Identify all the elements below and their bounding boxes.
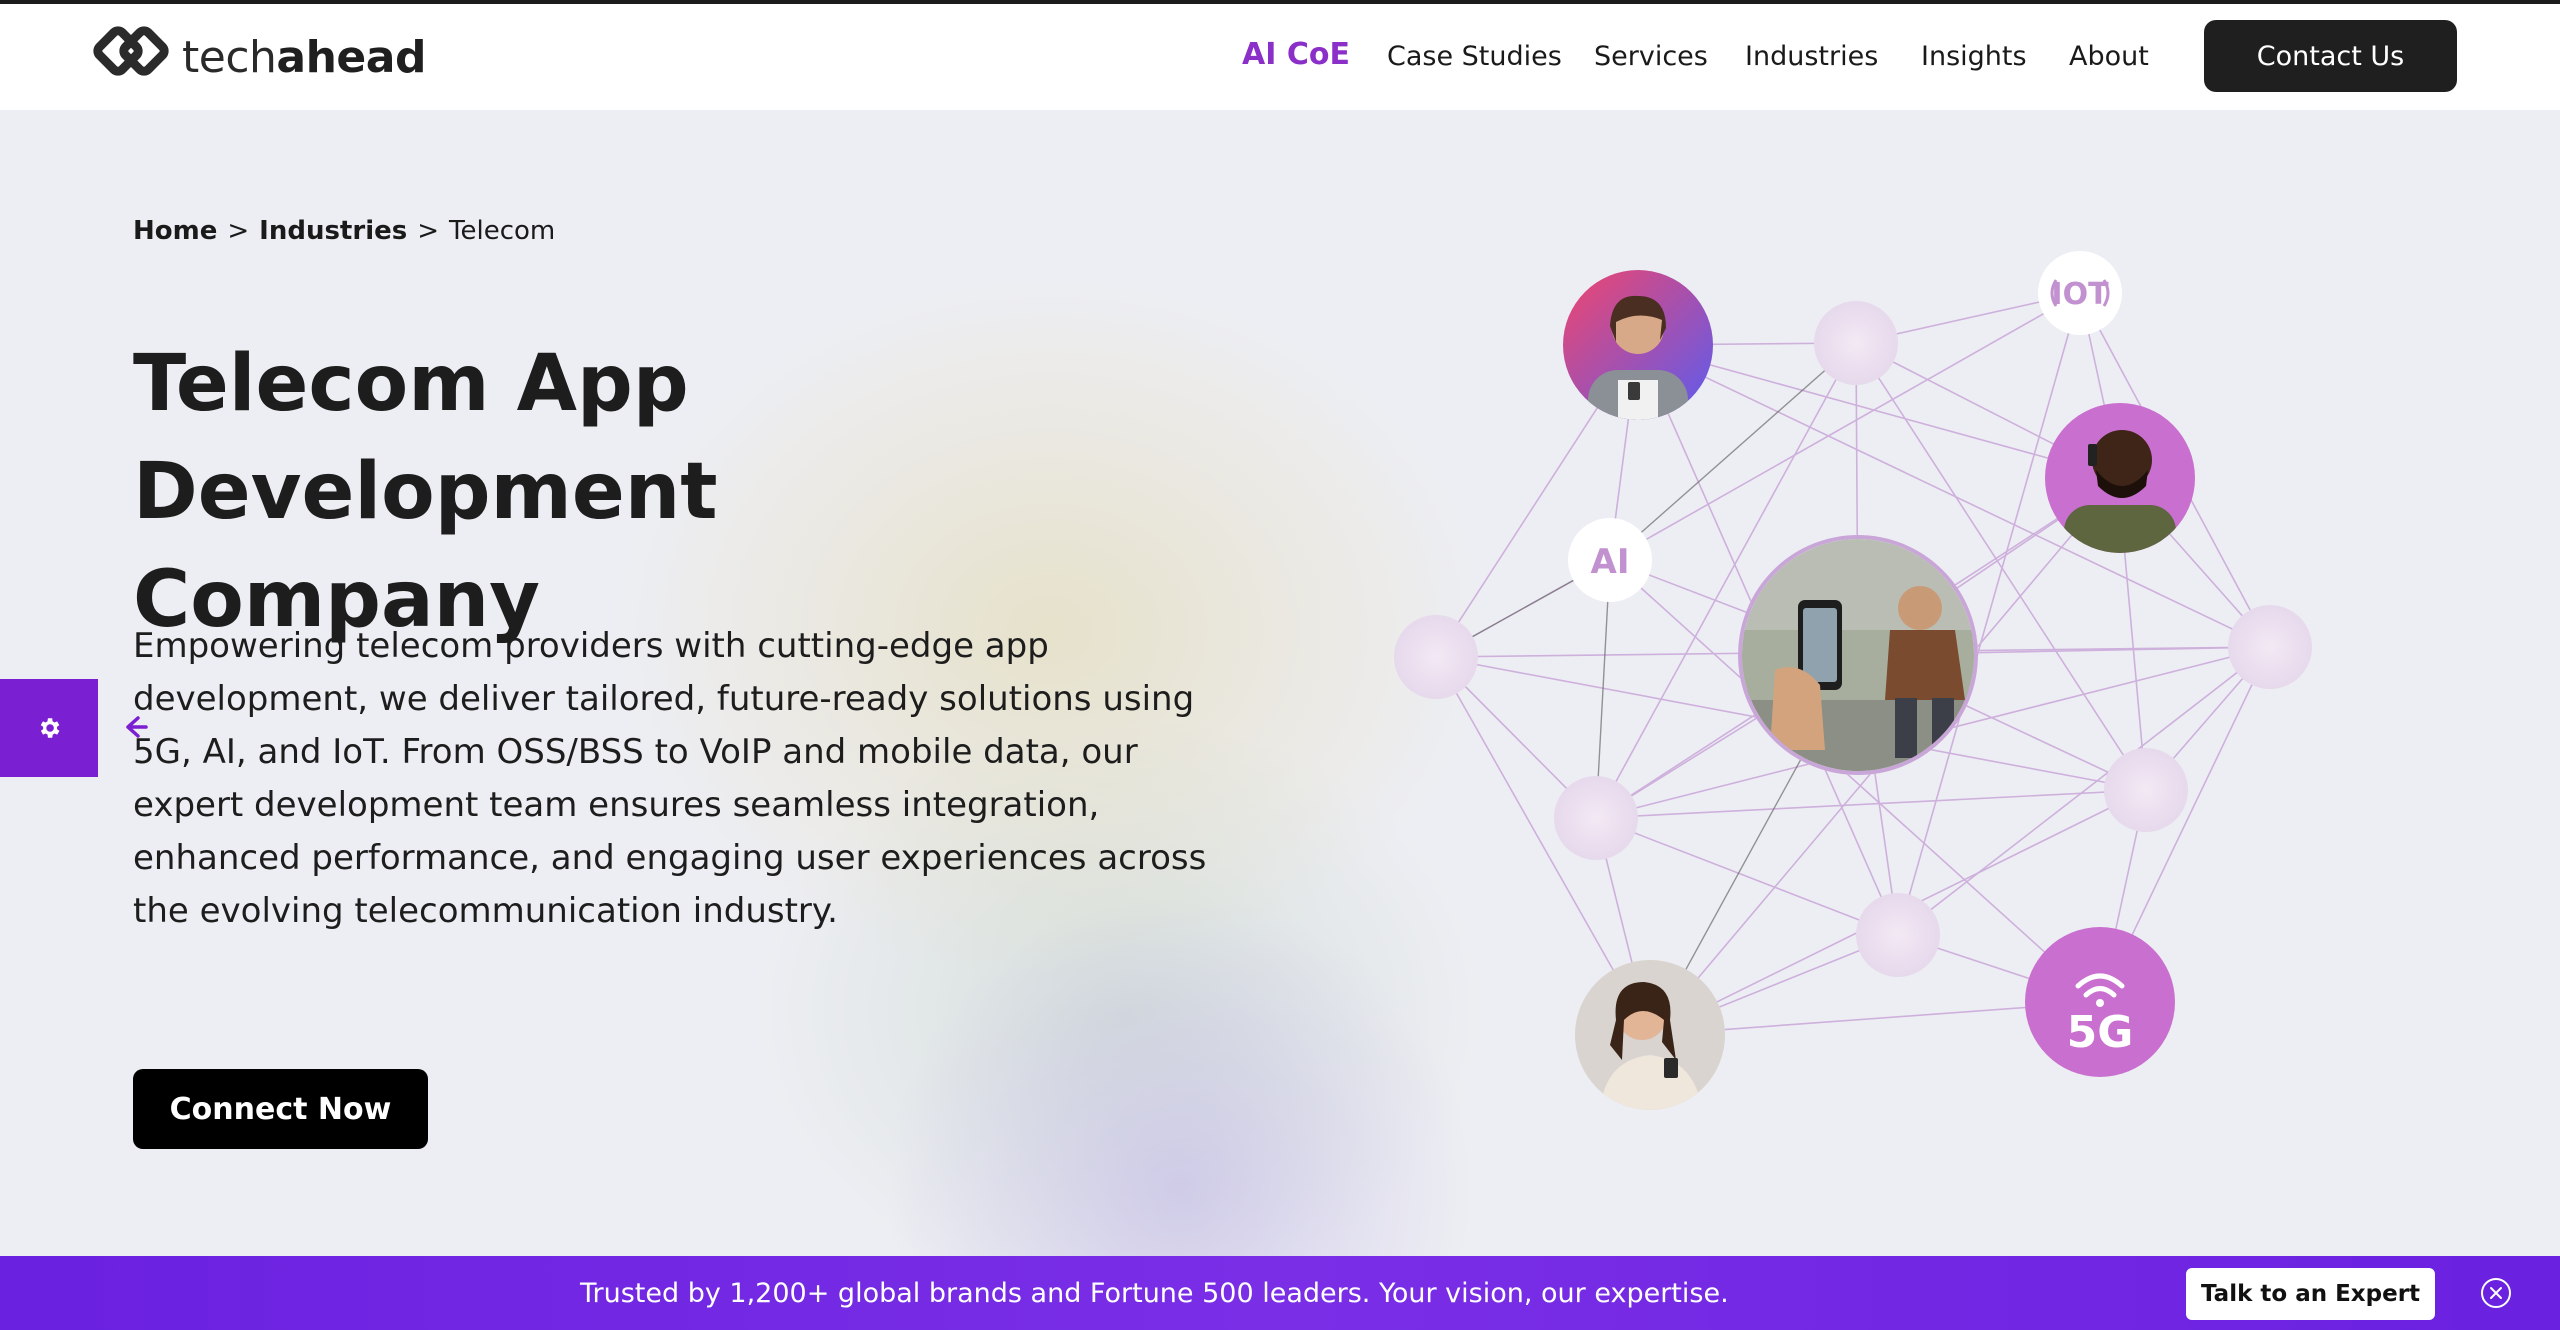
logo-text: techahead — [182, 32, 426, 83]
banner-text: Trusted by 1,200+ global brands and Fort… — [580, 1278, 1729, 1309]
close-circle-icon[interactable] — [2480, 1277, 2512, 1309]
logo-text-light: tech — [182, 31, 277, 83]
telecom-network-illustration: IOT AI 5G — [1394, 251, 2312, 1110]
contact-us-button[interactable]: Contact Us — [2204, 20, 2457, 92]
talk-to-expert-button[interactable]: Talk to an Expert — [2186, 1268, 2435, 1320]
iot-badge: IOT — [2038, 251, 2122, 335]
logo-text-bold: ahead — [276, 31, 426, 83]
breadcrumb-industries[interactable]: Industries — [259, 216, 407, 246]
breadcrumb-separator: > — [227, 216, 250, 246]
techahead-logo[interactable]: techahead — [86, 18, 426, 96]
connect-now-button[interactable]: Connect Now — [133, 1069, 428, 1149]
breadcrumb-separator: > — [417, 216, 440, 246]
hero-description: Empowering telecom providers with cuttin… — [133, 626, 1207, 931]
portrait-woman-texting — [1575, 960, 1725, 1110]
nav-services[interactable]: Services — [1594, 41, 1708, 72]
logo-mark-icon — [93, 26, 169, 76]
breadcrumb-home[interactable]: Home — [133, 216, 217, 246]
iot-label: IOT — [2051, 277, 2109, 312]
site-header: techahead AI CoE Case Studies Services I… — [0, 4, 2560, 110]
side-settings-tab[interactable] — [0, 679, 98, 777]
title-line-2: Development Company — [133, 447, 718, 645]
arrow-left-icon[interactable] — [118, 712, 148, 742]
center-photo-filming — [1738, 535, 1978, 775]
gear-icon — [40, 718, 60, 738]
nav-ai-coe[interactable]: AI CoE — [1242, 37, 1350, 72]
trust-banner: Trusted by 1,200+ global brands and Fort… — [0, 1256, 2560, 1330]
ai-label: AI — [1591, 542, 1630, 582]
page-title: Telecom App Development Company — [133, 330, 1133, 654]
ai-badge: AI — [1568, 518, 1652, 602]
nav-industries[interactable]: Industries — [1745, 41, 1878, 72]
breadcrumb: Home > Industries > Telecom — [133, 216, 555, 246]
title-bold: Telecom — [133, 339, 490, 429]
nav-case-studies[interactable]: Case Studies — [1387, 41, 1562, 72]
title-rest: App — [516, 339, 689, 429]
fiveg-label: 5G — [2067, 1007, 2134, 1058]
nav-about[interactable]: About — [2069, 41, 2149, 72]
fiveg-badge: 5G — [2025, 927, 2175, 1077]
breadcrumb-current: Telecom — [449, 216, 556, 246]
nav-insights[interactable]: Insights — [1921, 41, 2027, 72]
portrait-woman-phone — [1563, 270, 1713, 420]
